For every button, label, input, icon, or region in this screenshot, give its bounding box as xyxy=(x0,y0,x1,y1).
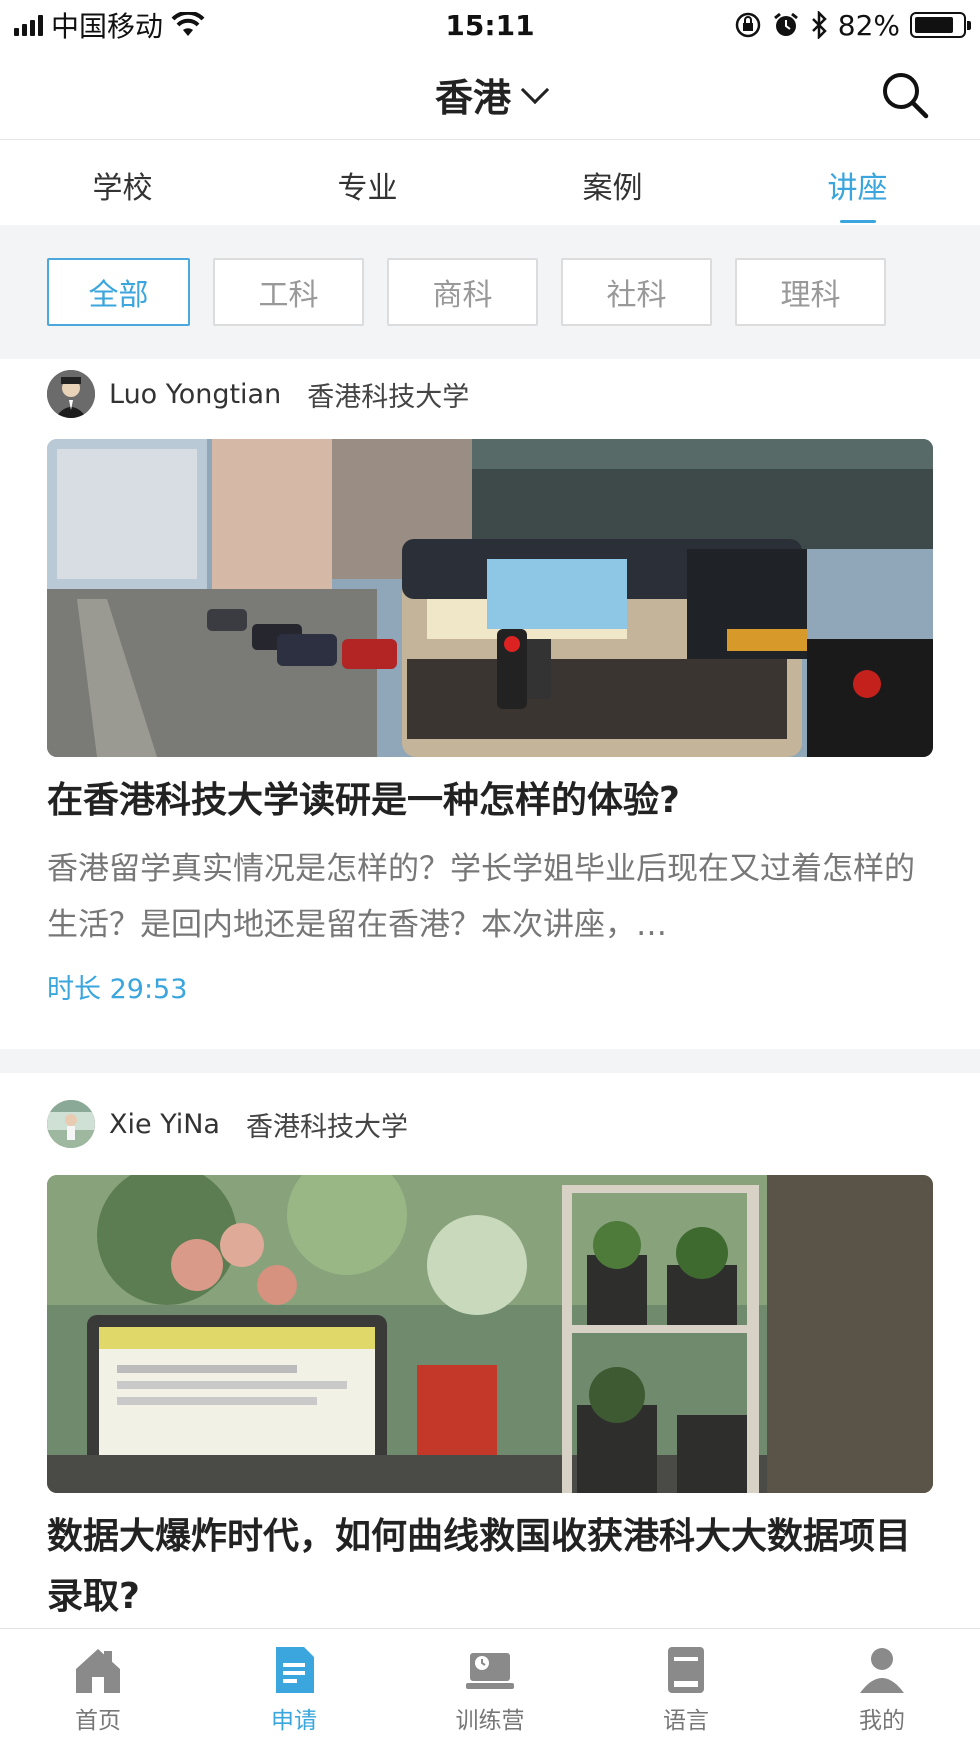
avatar xyxy=(47,1100,95,1148)
search-icon[interactable] xyxy=(878,68,932,122)
camp-icon xyxy=(466,1653,514,1689)
tab-schools[interactable]: 学校 xyxy=(0,141,245,225)
lecture-author-row: Luo Yongtian 香港科技大学 xyxy=(0,359,980,429)
author-name: Luo Yongtian xyxy=(109,378,282,410)
lecture-cover-image[interactable] xyxy=(47,439,933,757)
battery-icon xyxy=(910,12,971,38)
battery-percent: 82% xyxy=(837,8,900,42)
lecture-cover-image[interactable] xyxy=(47,1175,933,1493)
author-name: Xie YiNa xyxy=(109,1108,220,1140)
lecture-title[interactable]: 数据大爆炸时代，如何曲线救国收获港科大大数据项目录取? xyxy=(47,1507,933,1627)
lecture-card[interactable]: Xie YiNa 香港科技大学 数据大爆炸时代，如何曲线救国收获港科大大数据项目… xyxy=(0,1073,980,1628)
nav-label: 申请 xyxy=(271,1708,317,1734)
tab-cases[interactable]: 案例 xyxy=(490,141,735,225)
city-selector[interactable]: 香港 xyxy=(434,67,550,122)
tab-majors[interactable]: 专业 xyxy=(245,141,490,225)
nav-camp[interactable]: 训练营 xyxy=(392,1629,588,1742)
book-icon xyxy=(668,1647,704,1693)
nav-label: 首页 xyxy=(75,1708,121,1734)
wifi-icon xyxy=(171,12,205,36)
carrier-label: 中国移动 xyxy=(51,10,164,43)
tab-lectures[interactable]: 讲座 xyxy=(735,141,980,225)
rotation-lock-icon xyxy=(735,12,761,38)
street-scene-image xyxy=(47,439,933,757)
card-separator xyxy=(0,1049,980,1073)
nav-language[interactable]: 语言 xyxy=(588,1629,784,1742)
nav-apply[interactable]: 申请 xyxy=(196,1629,392,1742)
author-school: 香港科技大学 xyxy=(245,1111,408,1143)
status-right: 82% xyxy=(636,8,971,42)
author-school: 香港科技大学 xyxy=(307,381,470,413)
alarm-icon xyxy=(773,12,798,36)
battery-fill xyxy=(915,17,953,33)
bottom-nav: 首页 申请 训练营 语言 我的 xyxy=(0,1628,980,1742)
category-tabs: 学校 专业 案例 讲座 xyxy=(0,141,980,225)
avatar xyxy=(47,370,95,418)
bluetooth-icon xyxy=(811,11,827,39)
lecture-card[interactable]: Luo Yongtian 香港科技大学 在香港科技大学读研是一种怎样的体验? 香… xyxy=(0,359,980,1049)
lecture-title[interactable]: 在香港科技大学读研是一种怎样的体验? xyxy=(47,771,933,831)
user-icon xyxy=(860,1648,904,1693)
lecture-author-row: Xie YiNa 香港科技大学 xyxy=(0,1089,980,1159)
lecture-duration: 时长 29:53 xyxy=(47,974,188,1005)
filter-bar: 全部 工科 商科 社科 理科 xyxy=(0,225,980,359)
nav-home[interactable]: 首页 xyxy=(0,1629,196,1742)
nav-label: 训练营 xyxy=(455,1708,525,1734)
desk-scene-image xyxy=(47,1175,933,1493)
document-icon xyxy=(276,1647,314,1693)
status-left: 中国移动 xyxy=(14,5,344,45)
chevron-down-icon xyxy=(520,75,550,104)
header: 香港 xyxy=(0,50,980,140)
filter-chip-all[interactable]: 全部 xyxy=(47,258,190,326)
filter-chip-business[interactable]: 商科 xyxy=(387,258,538,326)
nav-label: 我的 xyxy=(859,1708,905,1734)
clock: 15:11 xyxy=(445,8,535,42)
filter-chip-science[interactable]: 理科 xyxy=(735,258,886,326)
city-label: 香港 xyxy=(434,76,511,120)
signal-icon xyxy=(14,14,43,36)
lecture-description: 香港留学真实情况是怎样的？学长学姐毕业后现在又过着怎样的生活？是回内地还是留在香… xyxy=(47,851,915,943)
nav-profile[interactable]: 我的 xyxy=(784,1629,980,1742)
home-icon xyxy=(76,1649,120,1693)
filter-chip-engineering[interactable]: 工科 xyxy=(213,258,364,326)
filter-chip-social-science[interactable]: 社科 xyxy=(561,258,712,326)
nav-label: 语言 xyxy=(663,1708,709,1734)
status-bar: 中国移动 15:11 82% xyxy=(0,0,980,50)
